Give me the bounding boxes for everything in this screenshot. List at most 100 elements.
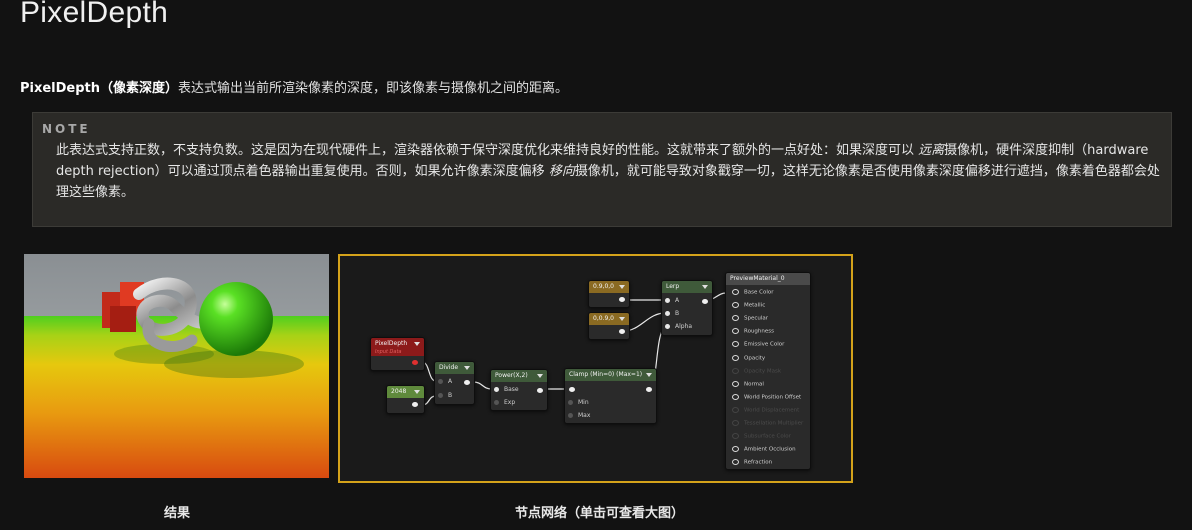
material-pin-label: World Displacement bbox=[744, 407, 800, 414]
pixel-depth-node[interactable]: PixelDepth Input Data bbox=[370, 337, 425, 371]
input-pin-icon[interactable] bbox=[732, 302, 739, 309]
clamp-title: Clamp (Min=0) (Max=1) bbox=[569, 371, 643, 378]
input-pin-icon[interactable] bbox=[732, 393, 739, 400]
note-emphasis-toward: 移向 bbox=[548, 164, 575, 179]
note-text: 此表达式支持正数，不支持负数。这是因为在现代硬件上，渲染器依赖于保守深度优化来维… bbox=[56, 140, 1161, 203]
input-pin-icon[interactable] bbox=[665, 324, 670, 329]
node-graph-image[interactable]: PixelDepth Input Data 2048 Divide A B Po… bbox=[338, 254, 853, 483]
pixel-depth-subtitle: Input Data bbox=[375, 349, 402, 355]
preview-material-title: PreviewMaterial_0 bbox=[730, 275, 785, 282]
power-node[interactable]: Power(X,2) Base Exp bbox=[490, 369, 548, 411]
power-pin-base[interactable]: Base bbox=[494, 386, 519, 393]
chevron-down-icon[interactable] bbox=[414, 342, 420, 346]
input-pin-icon[interactable] bbox=[732, 367, 739, 374]
lerp-pin-alpha[interactable]: Alpha bbox=[665, 323, 692, 330]
chevron-down-icon[interactable] bbox=[414, 390, 420, 394]
intro-paragraph: PixelDepth（像素深度）表达式输出当前所渲染像素的深度，即该像素与摄像机… bbox=[20, 77, 568, 96]
power-pin-exp[interactable]: Exp bbox=[494, 399, 515, 406]
material-pin[interactable]: Refraction bbox=[732, 459, 772, 466]
material-pin[interactable]: Roughness bbox=[732, 328, 774, 335]
lerp-pin-alpha-label: Alpha bbox=[675, 323, 693, 330]
clamp-node[interactable]: Clamp (Min=0) (Max=1) Min Max bbox=[564, 368, 657, 424]
output-pin-icon[interactable] bbox=[702, 299, 708, 304]
chevron-down-icon[interactable] bbox=[464, 366, 470, 370]
input-pin-icon[interactable] bbox=[732, 289, 739, 295]
output-pin-icon[interactable] bbox=[646, 387, 652, 392]
material-pin[interactable]: Base Color bbox=[732, 289, 774, 296]
constant-2048-node[interactable]: 2048 bbox=[386, 385, 425, 414]
input-pin-icon[interactable] bbox=[732, 354, 739, 361]
output-pin-icon[interactable] bbox=[537, 388, 543, 393]
divide-pin-a[interactable]: A bbox=[438, 378, 452, 385]
material-pin-label: Subsurface Color bbox=[744, 433, 791, 440]
material-pin[interactable]: Opacity bbox=[732, 354, 765, 361]
intro-description: 表达式输出当前所渲染像素的深度，即该像素与摄像机之间的距离。 bbox=[178, 81, 569, 96]
color-constant-1-node[interactable]: 0.9,0,0 bbox=[588, 280, 630, 308]
lerp-node[interactable]: Lerp A B Alpha bbox=[661, 280, 713, 336]
input-pin-icon[interactable] bbox=[732, 406, 739, 413]
material-pin[interactable]: Ambient Occlusion bbox=[732, 446, 796, 453]
chevron-down-icon[interactable] bbox=[619, 317, 625, 321]
power-title: Power(X,2) bbox=[495, 372, 528, 379]
lerp-pin-b[interactable]: B bbox=[665, 310, 679, 317]
chevron-down-icon[interactable] bbox=[646, 373, 652, 377]
divide-pin-b[interactable]: B bbox=[438, 392, 452, 399]
color-constant-1-header: 0.9,0,0 bbox=[589, 281, 629, 293]
input-pin-icon[interactable] bbox=[569, 387, 575, 392]
material-pin[interactable]: Emissive Color bbox=[732, 341, 784, 348]
material-pin[interactable]: Specular bbox=[732, 315, 768, 322]
input-pin-icon[interactable] bbox=[732, 446, 739, 453]
divide-node[interactable]: Divide A B bbox=[434, 361, 475, 405]
input-pin-icon[interactable] bbox=[732, 341, 739, 348]
input-pin-icon[interactable] bbox=[494, 400, 499, 405]
material-pin-label: World Position Offset bbox=[744, 394, 802, 401]
result-caption: 结果 bbox=[164, 506, 191, 521]
chevron-down-icon[interactable] bbox=[702, 285, 708, 289]
input-pin-icon[interactable] bbox=[732, 380, 739, 387]
color-constant-2-value: 0,0.9,0 bbox=[593, 315, 614, 322]
result-image bbox=[24, 254, 329, 478]
input-pin-icon[interactable] bbox=[732, 315, 739, 322]
input-pin-icon[interactable] bbox=[732, 433, 739, 440]
clamp-pin-min[interactable]: Min bbox=[568, 399, 589, 406]
output-pin-icon[interactable] bbox=[412, 402, 418, 407]
material-pin[interactable]: Metallic bbox=[732, 302, 765, 309]
chevron-down-icon[interactable] bbox=[537, 374, 543, 378]
divide-pin-a-label: A bbox=[448, 378, 453, 385]
input-pin-icon[interactable] bbox=[438, 393, 443, 398]
material-pin[interactable]: World Displacement bbox=[732, 406, 800, 414]
preview-material-node[interactable]: PreviewMaterial_0 Base Color Metallic Spec… bbox=[725, 272, 811, 470]
material-pin[interactable]: Normal bbox=[732, 380, 764, 387]
input-pin-icon[interactable] bbox=[438, 379, 443, 384]
input-pin-icon[interactable] bbox=[665, 311, 670, 316]
input-pin-icon[interactable] bbox=[494, 387, 499, 392]
output-pin-icon[interactable] bbox=[464, 380, 470, 385]
input-pin-icon[interactable] bbox=[732, 328, 739, 335]
material-pin[interactable]: Subsurface Color bbox=[732, 433, 791, 440]
input-pin-icon[interactable] bbox=[732, 459, 739, 466]
input-pin-icon[interactable] bbox=[732, 420, 739, 426]
note-emphasis-away: 远离 bbox=[918, 143, 945, 158]
clamp-header: Clamp (Min=0) (Max=1) bbox=[565, 369, 656, 381]
clamp-pin-max[interactable]: Max bbox=[568, 412, 590, 419]
input-pin-icon[interactable] bbox=[568, 400, 573, 405]
note-box: NOTE 此表达式支持正数，不支持负数。这是因为在现代硬件上，渲染器依赖于保守深… bbox=[32, 112, 1172, 227]
color-constant-2-node[interactable]: 0,0.9,0 bbox=[588, 312, 630, 340]
power-pin-base-label: Base bbox=[504, 386, 519, 393]
material-pin[interactable]: Tessellation Multiplier bbox=[732, 420, 803, 427]
input-pin-icon[interactable] bbox=[665, 298, 670, 303]
material-pin[interactable]: Opacity Mask bbox=[732, 367, 781, 374]
pixel-depth-header: PixelDepth Input Data bbox=[371, 338, 424, 356]
output-pin-icon[interactable] bbox=[619, 329, 625, 334]
material-pin-label: Ambient Occlusion bbox=[744, 446, 796, 453]
output-pin-icon[interactable] bbox=[412, 360, 418, 365]
input-pin-icon[interactable] bbox=[568, 413, 573, 418]
chevron-down-icon[interactable] bbox=[619, 285, 625, 289]
color-constant-2-header: 0,0.9,0 bbox=[589, 313, 629, 325]
power-pin-exp-label: Exp bbox=[504, 399, 516, 406]
output-pin-icon[interactable] bbox=[619, 297, 625, 302]
lerp-pin-a[interactable]: A bbox=[665, 297, 679, 304]
material-pin-label: Emissive Color bbox=[744, 341, 785, 348]
intro-term: PixelDepth（像素深度） bbox=[20, 81, 179, 96]
material-pin[interactable]: World Position Offset bbox=[732, 393, 802, 401]
